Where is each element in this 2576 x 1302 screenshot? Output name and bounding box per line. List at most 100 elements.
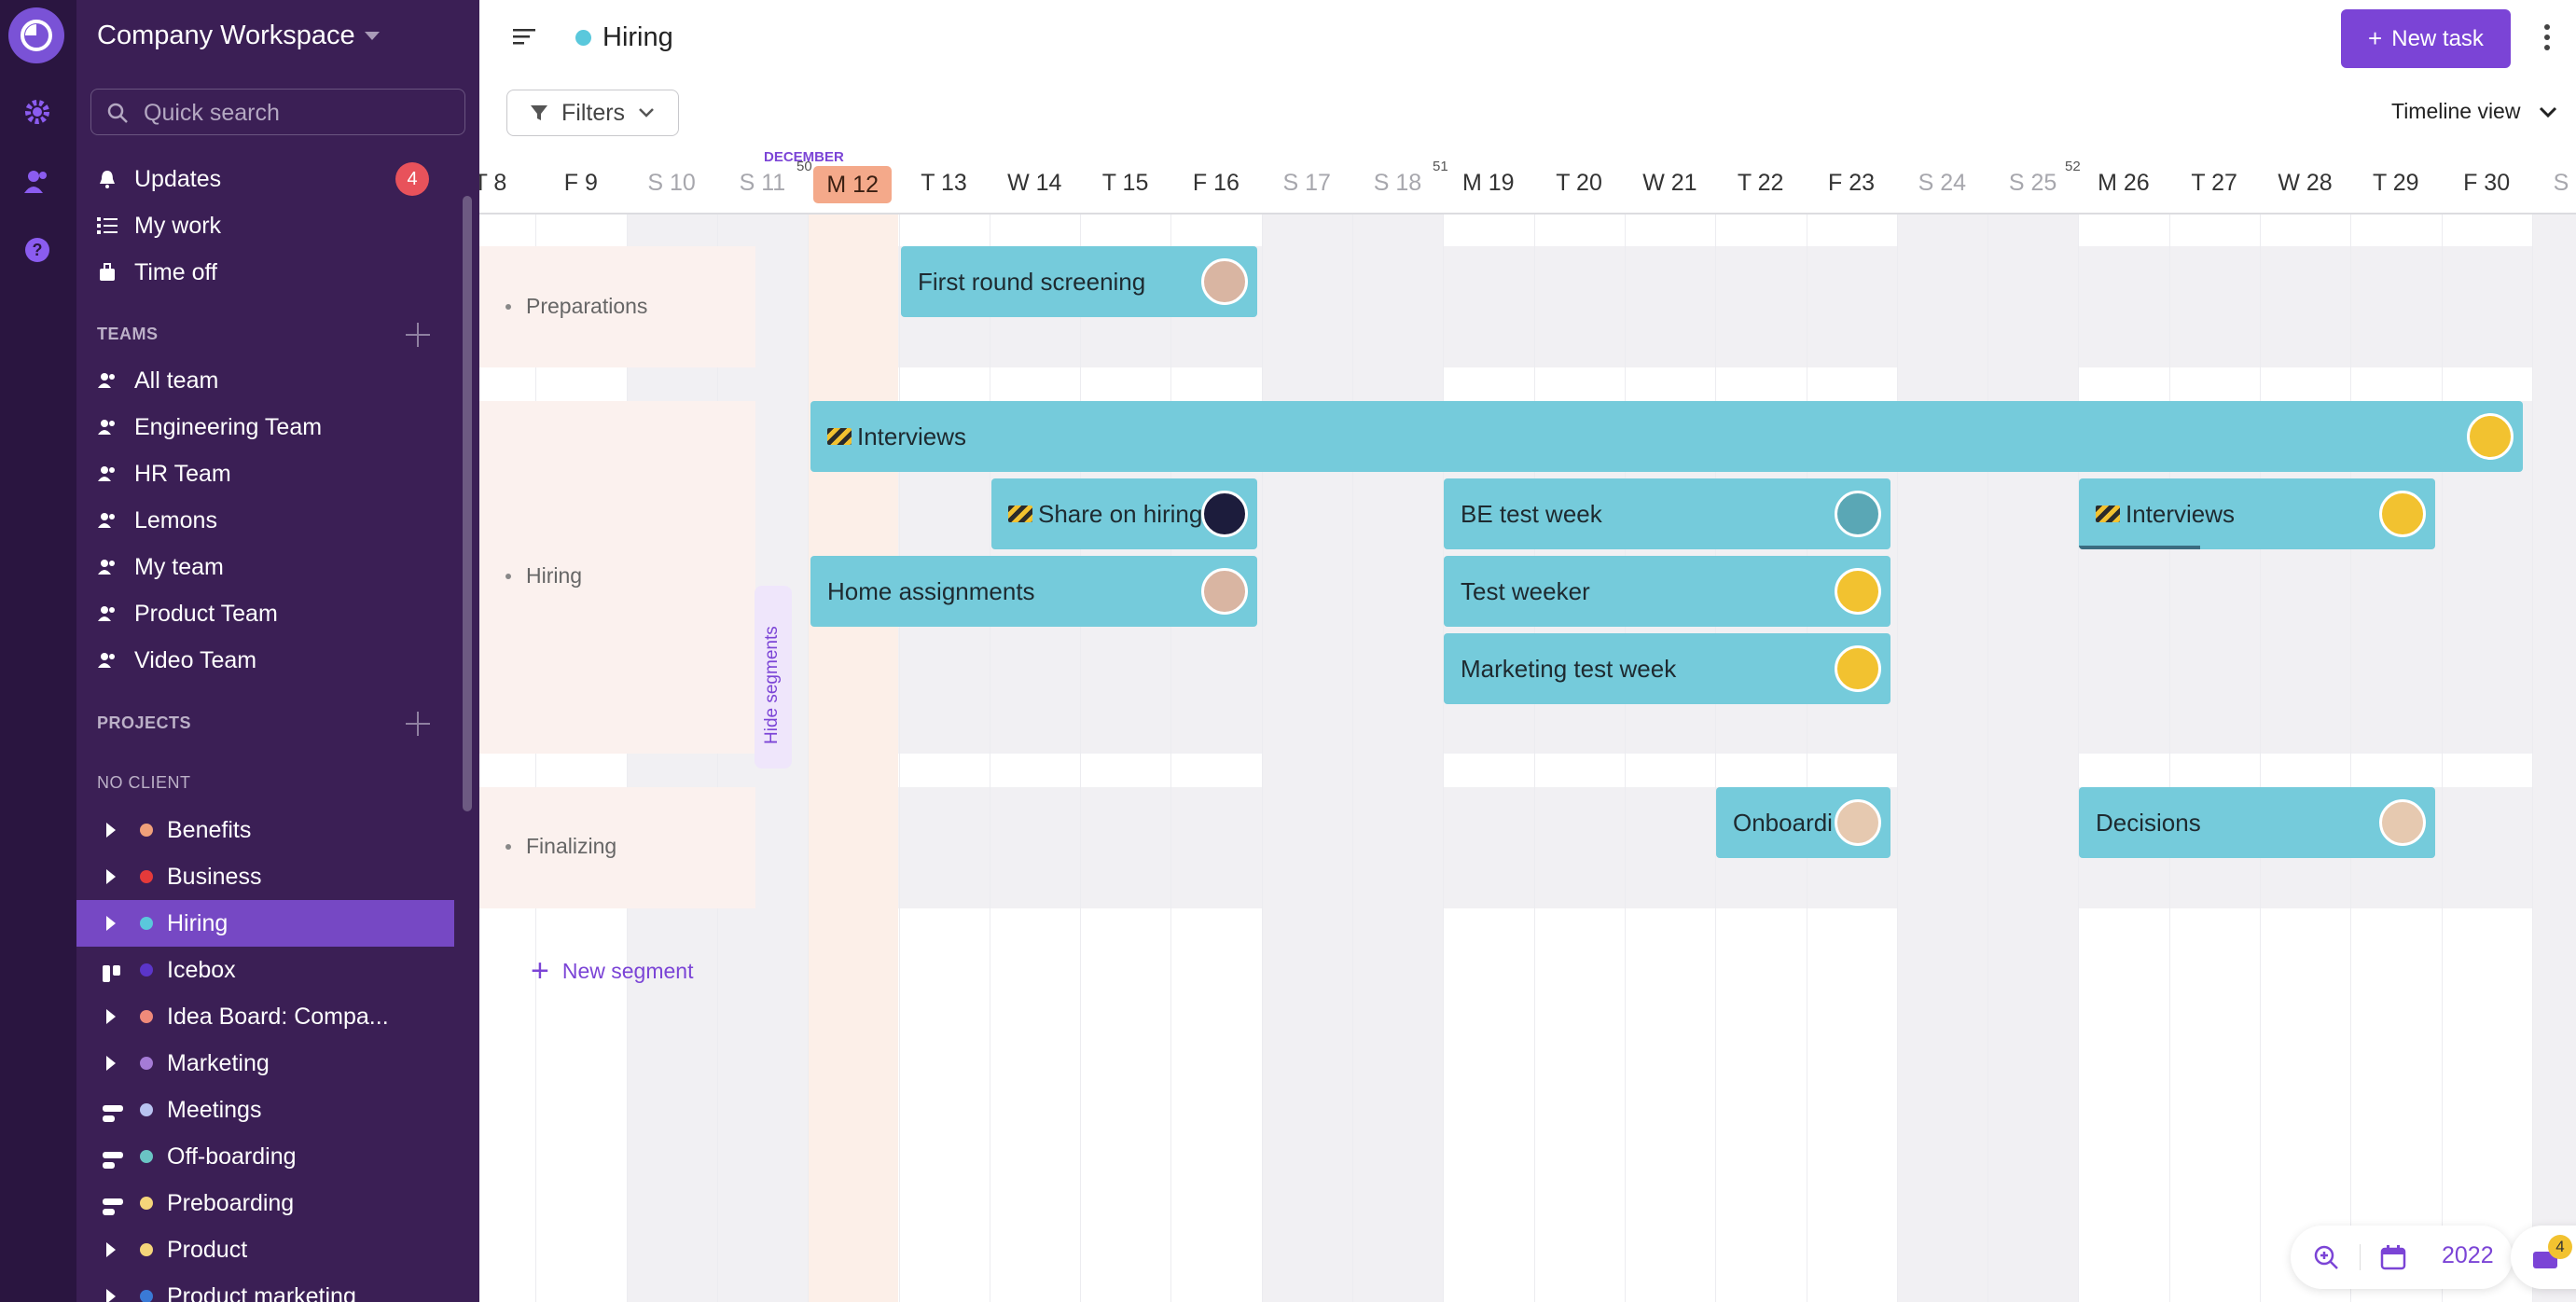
- notifications-button[interactable]: 4: [2511, 1226, 2576, 1289]
- task-label: First round screening: [918, 267, 1146, 296]
- progress-bar: [2079, 546, 2200, 549]
- expand-arrow-icon[interactable]: [106, 916, 116, 931]
- project-item[interactable]: Off-boarding: [76, 1133, 454, 1180]
- segment-hiring[interactable]: Hiring: [506, 563, 582, 589]
- avatar[interactable]: [2379, 491, 2426, 537]
- avatar[interactable]: [1201, 258, 1248, 305]
- task-bar[interactable]: Interviews: [810, 401, 2523, 472]
- project-color-dot: [140, 1197, 153, 1210]
- plus-icon: +: [531, 953, 549, 989]
- day-column: [2441, 215, 2532, 1302]
- sidebar-scrollbar[interactable]: [463, 196, 472, 811]
- view-switcher[interactable]: Timeline view: [2391, 99, 2520, 124]
- filters-button[interactable]: Filters: [506, 90, 679, 136]
- project-color-dot: [140, 1103, 153, 1116]
- year-selector[interactable]: 2022: [2442, 1242, 2494, 1269]
- zoom-in-icon[interactable]: [2313, 1244, 2339, 1270]
- people-icon[interactable]: [19, 162, 56, 200]
- help-icon[interactable]: ?: [19, 231, 56, 269]
- nav-label: Time off: [134, 258, 217, 285]
- header-divider: [479, 213, 2576, 215]
- project-item[interactable]: Product: [76, 1226, 454, 1273]
- hide-segments-button[interactable]: Hide segments: [755, 586, 792, 769]
- project-item[interactable]: Idea Board: Compa...: [76, 993, 454, 1040]
- more-menu-icon[interactable]: [2544, 24, 2552, 52]
- chevron-down-icon[interactable]: [365, 32, 380, 40]
- task-bar[interactable]: First round screening: [901, 246, 1257, 317]
- workspace-title[interactable]: Company Workspace: [97, 21, 355, 51]
- people-icon: [97, 417, 118, 437]
- day-label: M 26: [2098, 170, 2150, 196]
- people-icon: [97, 464, 118, 484]
- task-bar[interactable]: Marketing test week: [1444, 633, 1890, 704]
- avatar[interactable]: [1201, 568, 1248, 615]
- project-item[interactable]: Meetings: [76, 1087, 454, 1133]
- avatar[interactable]: [1835, 568, 1881, 615]
- task-bar[interactable]: Home assignments: [810, 556, 1257, 627]
- search-placeholder: Quick search: [144, 100, 280, 126]
- task-bar[interactable]: Share on hiring: [991, 478, 1257, 549]
- new-task-button[interactable]: + New task: [2341, 9, 2511, 68]
- task-label: Share on hiring: [1038, 499, 1203, 528]
- nav-my-work[interactable]: My work: [97, 205, 479, 246]
- avatar[interactable]: [2379, 799, 2426, 846]
- team-item[interactable]: All team: [97, 360, 479, 401]
- day-column: [2350, 215, 2441, 1302]
- calendar-icon[interactable]: [2380, 1244, 2406, 1270]
- project-item[interactable]: Icebox: [76, 947, 454, 993]
- project-item[interactable]: Business: [76, 853, 454, 900]
- avatar[interactable]: [1201, 491, 1248, 537]
- app-rail: ?: [0, 0, 76, 1302]
- people-icon: [97, 510, 118, 531]
- app-logo-icon[interactable]: [8, 7, 64, 63]
- team-item[interactable]: Video Team: [97, 640, 479, 681]
- day-column: [1715, 215, 1806, 1302]
- avatar[interactable]: [1835, 491, 1881, 537]
- segment-finalizing[interactable]: Finalizing: [506, 834, 616, 859]
- task-bar[interactable]: BE test week: [1444, 478, 1890, 549]
- expand-arrow-icon[interactable]: [106, 1289, 116, 1302]
- project-item[interactable]: Benefits: [76, 807, 454, 853]
- team-item[interactable]: Product Team: [97, 593, 479, 634]
- expand-arrow-icon[interactable]: [106, 869, 116, 884]
- team-item[interactable]: HR Team: [97, 453, 479, 494]
- project-color-dot: [140, 1010, 153, 1023]
- settings-icon[interactable]: [19, 93, 56, 131]
- day-column: [898, 215, 990, 1302]
- day-column: [2168, 215, 2260, 1302]
- project-label: Business: [167, 863, 262, 890]
- menu-toggle-icon[interactable]: [513, 26, 537, 48]
- task-bar[interactable]: Interviews: [2079, 478, 2435, 549]
- expand-arrow-icon[interactable]: [106, 1009, 116, 1024]
- project-item[interactable]: Product marketing: [76, 1273, 454, 1302]
- nav-time-off[interactable]: Time off: [97, 252, 479, 293]
- project-item[interactable]: Marketing: [76, 1040, 454, 1087]
- day-column: [1624, 215, 1715, 1302]
- segment-preparations[interactable]: Preparations: [506, 294, 647, 319]
- add-project-button[interactable]: [404, 710, 432, 738]
- add-team-button[interactable]: [404, 321, 432, 349]
- team-item[interactable]: Lemons: [97, 500, 479, 541]
- avatar[interactable]: [1835, 645, 1881, 692]
- task-bar[interactable]: Decisions: [2079, 787, 2435, 858]
- new-segment-button[interactable]: + New segment: [531, 955, 693, 987]
- expand-arrow-icon[interactable]: [106, 1056, 116, 1071]
- team-item[interactable]: Engineering Team: [97, 407, 479, 448]
- projects-heading: PROJECTS: [97, 713, 192, 732]
- expand-arrow-icon[interactable]: [106, 1242, 116, 1257]
- avatar[interactable]: [1835, 799, 1881, 846]
- day-label: W 28: [2278, 170, 2333, 196]
- chevron-down-icon[interactable]: [2539, 106, 2557, 119]
- team-item[interactable]: My team: [97, 547, 479, 588]
- task-bar[interactable]: Onboardi: [1716, 787, 1890, 858]
- project-item[interactable]: Preboarding: [76, 1180, 454, 1226]
- updates-badge: 4: [395, 162, 429, 196]
- project-item-active[interactable]: Hiring: [76, 900, 454, 947]
- notification-badge: 4: [2548, 1235, 2572, 1259]
- task-bar[interactable]: Test weeker: [1444, 556, 1890, 627]
- list-view-icon: [103, 1101, 123, 1122]
- expand-arrow-icon[interactable]: [106, 823, 116, 838]
- search-input[interactable]: Quick search: [90, 89, 465, 135]
- avatar[interactable]: [2467, 413, 2514, 460]
- people-icon: [97, 557, 118, 577]
